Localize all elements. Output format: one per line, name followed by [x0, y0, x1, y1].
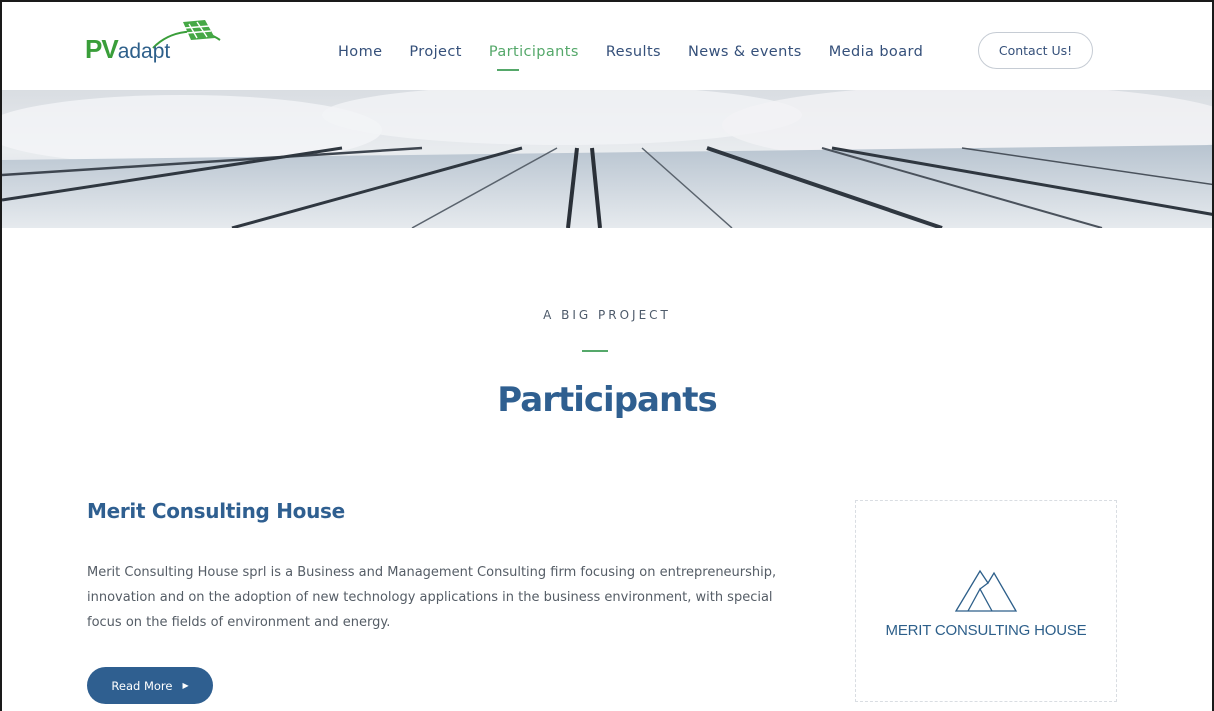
contact-us-button[interactable]: Contact Us! — [978, 32, 1093, 69]
active-nav-indicator — [496, 69, 519, 71]
nav-project[interactable]: Project — [409, 44, 461, 60]
nav-news-events[interactable]: News & events — [688, 44, 802, 60]
kicker-divider — [582, 350, 608, 352]
browser-page: PVadapt Home Project Participants Result… — [0, 0, 1214, 711]
nav-participants[interactable]: Participants — [488, 44, 579, 71]
mountain-triangle-icon — [954, 569, 1018, 612]
site-logo[interactable]: PVadapt — [85, 18, 225, 64]
site-header: PVadapt Home Project Participants Result… — [2, 2, 1212, 90]
page-title: Participants — [497, 380, 717, 420]
read-more-label: Read More — [111, 678, 173, 693]
nav-media-board[interactable]: Media board — [829, 44, 923, 60]
participant-logo-box: MERIT CONSULTING HOUSE — [855, 500, 1117, 702]
read-more-button[interactable]: Read More ▶ — [87, 667, 213, 704]
building-facade-image — [2, 90, 1212, 228]
logo-pv: PV — [85, 34, 119, 64]
section-kicker: A BIG PROJECT — [543, 308, 671, 322]
hero-banner-image — [2, 90, 1212, 228]
nav-home[interactable]: Home — [338, 44, 382, 60]
caret-right-icon: ▶ — [182, 681, 189, 690]
nav-results[interactable]: Results — [606, 44, 661, 60]
participant-description: Merit Consulting House sprl is a Busines… — [87, 565, 777, 630]
main-nav: Home Project Participants Results News &… — [338, 44, 950, 71]
nav-participants-label: Participants — [488, 44, 579, 60]
logo-adapt: adapt — [117, 40, 171, 63]
participant-name: Merit Consulting House — [87, 499, 345, 523]
logo-wordmark: PVadapt — [85, 36, 170, 65]
participant-logo-text: MERIT CONSULTING HOUSE — [885, 622, 1087, 639]
